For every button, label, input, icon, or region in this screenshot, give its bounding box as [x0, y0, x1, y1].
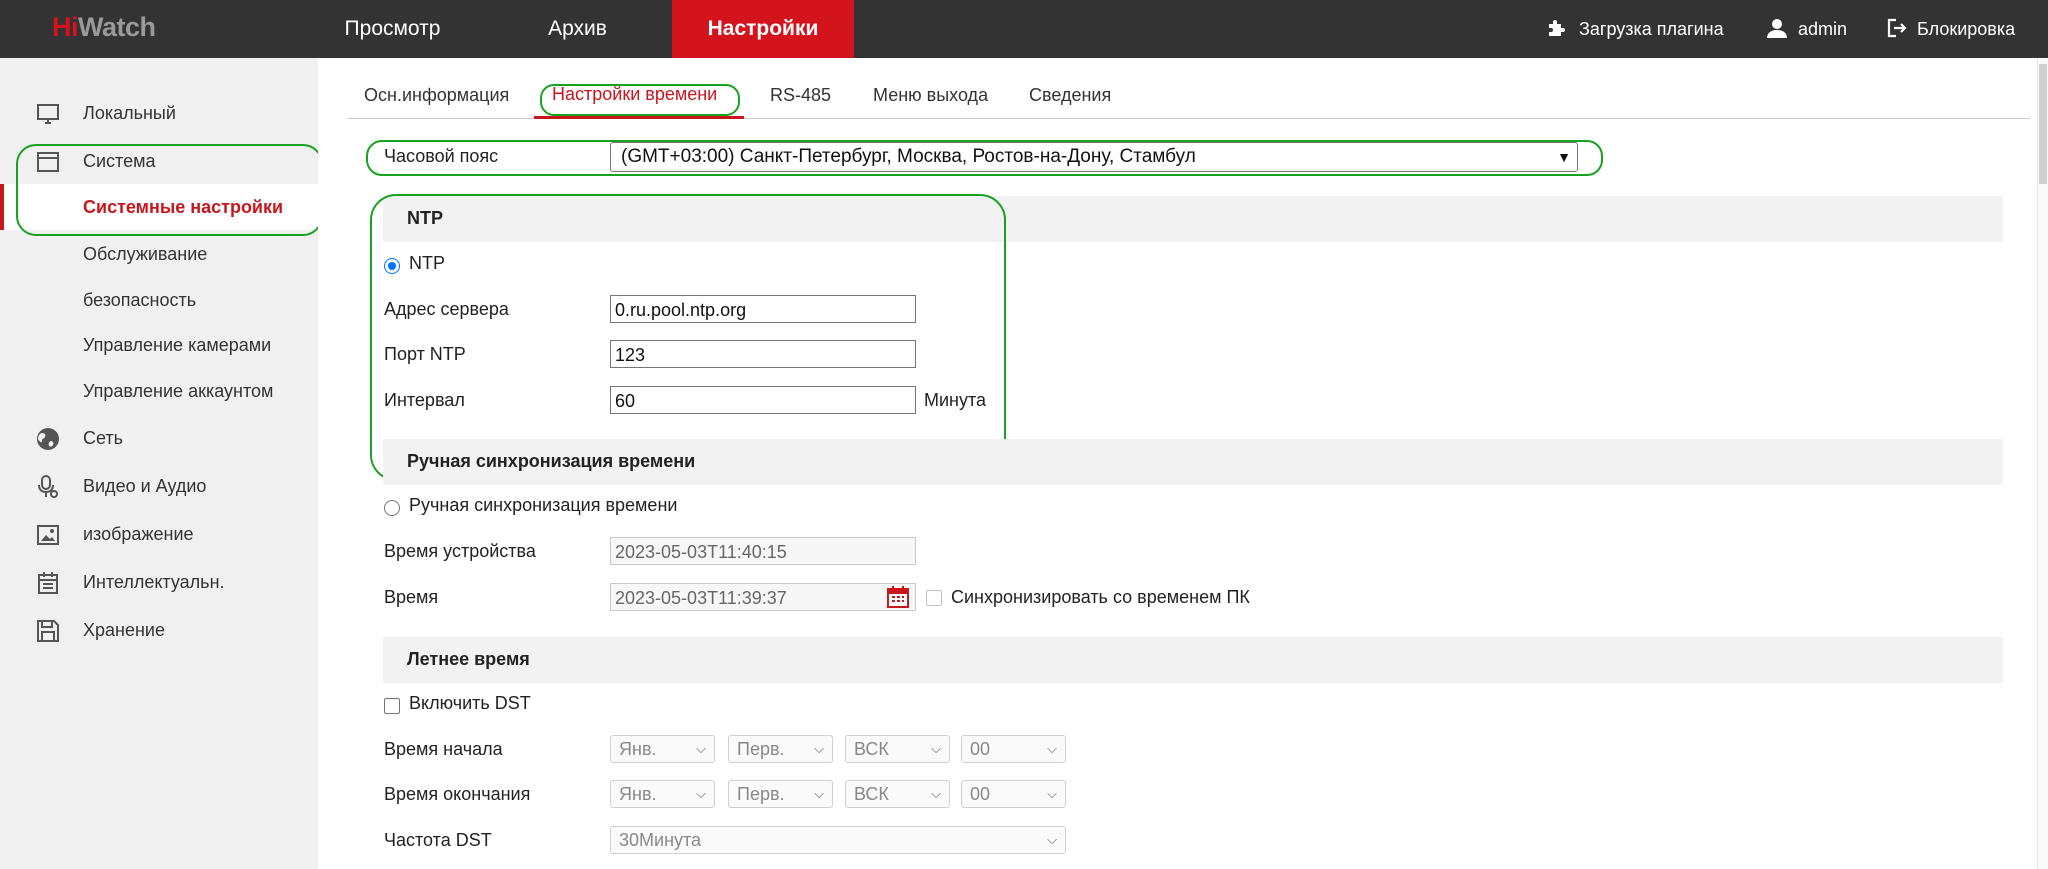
nav-settings[interactable]: Настройки [672, 0, 854, 58]
chevron-down-icon: ⌵ [814, 741, 824, 756]
chevron-down-icon: ⌵ [1047, 786, 1057, 801]
dst-start-week-select: Перв. ⌵ [728, 735, 833, 763]
device-time-input: 2023-05-03T11:40:15 [610, 537, 916, 565]
section-dst: Летнее время [383, 637, 2003, 683]
sync-pc-checkbox[interactable] [926, 590, 942, 606]
chevron-down-icon: ⌵ [696, 786, 706, 801]
dst-start-hour-select: 00 ⌵ [961, 735, 1066, 763]
lock-button[interactable]: Блокировка [1887, 0, 2015, 58]
manual-sync-radio[interactable] [384, 500, 400, 516]
dst-frequency-select: 30Минута ⌵ [610, 826, 1066, 854]
dst-frequency-label: Частота DST [384, 830, 492, 850]
chevron-down-icon: ⌵ [931, 786, 941, 801]
sidebar-item-intelligent[interactable]: Интеллектуальн. [0, 559, 318, 605]
user-icon [1767, 19, 1787, 39]
calendar-icon [38, 572, 58, 594]
device-time-label: Время устройства [384, 541, 536, 561]
hiwatch-logo: HiWatch [52, 12, 156, 42]
nav-preview[interactable]: Просмотр [320, 0, 465, 58]
chevron-down-icon: ⌵ [696, 741, 706, 756]
tab-basic-info[interactable]: Осн.информация [364, 85, 509, 106]
sidebar-item-image[interactable]: изображение [0, 511, 318, 557]
dst-end-month-select: Янв. ⌵ [610, 780, 715, 808]
tab-info[interactable]: Сведения [1029, 85, 1111, 106]
floppy-icon [37, 620, 59, 642]
dst-start-month-select: Янв. ⌵ [610, 735, 715, 763]
sidebar: Локальный Система Системные настройки Об… [0, 58, 323, 869]
section-manual-sync: Ручная синхронизация времени [383, 439, 2003, 485]
main-content: Осн.информация Настройки времени RS-485 … [318, 58, 2048, 869]
sidebar-item-account-management[interactable]: Управление аккаунтом [0, 368, 318, 414]
microphone-icon [38, 475, 58, 498]
chevron-down-icon: ⌵ [814, 786, 824, 801]
dst-end-day-select: ВСК ⌵ [845, 780, 950, 808]
sidebar-item-video-audio[interactable]: Видео и Аудио [0, 463, 318, 509]
top-navigation-bar: HiWatch Просмотр Архив Настройки Загрузк… [0, 0, 2048, 58]
highlight-system [16, 144, 323, 236]
chevron-down-icon: ⌵ [1047, 832, 1057, 847]
scrollbar[interactable] [2037, 58, 2048, 869]
sidebar-item-local[interactable]: Локальный [0, 90, 318, 136]
selected-indicator [0, 184, 4, 230]
highlight-time-tab [540, 84, 740, 116]
enable-dst-checkbox[interactable] [384, 698, 400, 714]
sidebar-item-network[interactable]: Сеть [0, 415, 318, 461]
monitor-icon [37, 104, 59, 124]
sync-pc-label: Синхронизировать со временем ПК [951, 587, 1250, 607]
highlight-ntp [370, 194, 1006, 481]
scrollbar-thumb[interactable] [2039, 64, 2047, 184]
tab-output-menu[interactable]: Меню выхода [873, 85, 988, 106]
chevron-down-icon: ⌵ [1047, 741, 1057, 756]
active-tab-indicator [534, 116, 744, 119]
puzzle-icon [1549, 20, 1565, 37]
time-input[interactable]: 2023-05-03T11:39:37 [610, 583, 916, 611]
highlight-timezone [366, 140, 1603, 176]
sidebar-item-security[interactable]: безопасность [0, 277, 318, 323]
sidebar-item-storage[interactable]: Хранение [0, 607, 318, 653]
calendar-picker-icon[interactable] [886, 585, 910, 609]
dst-start-day-select: ВСК ⌵ [845, 735, 950, 763]
logout-icon [1887, 19, 1907, 38]
globe-icon [37, 428, 59, 450]
sidebar-item-maintenance[interactable]: Обслуживание [0, 231, 318, 277]
dst-end-label: Время окончания [384, 784, 531, 804]
image-icon [37, 525, 59, 545]
tab-bar: Осн.информация Настройки времени RS-485 … [318, 58, 2038, 120]
chevron-down-icon: ⌵ [931, 741, 941, 756]
dst-end-hour-select: 00 ⌵ [961, 780, 1066, 808]
time-label: Время [384, 587, 439, 607]
nav-archive[interactable]: Архив [505, 0, 650, 58]
user-menu[interactable]: admin [1766, 0, 1847, 58]
enable-dst-label: Включить DST [409, 693, 531, 713]
tab-rs485[interactable]: RS-485 [770, 85, 831, 106]
manual-sync-radio-label: Ручная синхронизация времени [409, 495, 678, 515]
dst-end-week-select: Перв. ⌵ [728, 780, 833, 808]
plugin-download-link[interactable]: Загрузка плагина [1545, 0, 1724, 58]
sidebar-item-camera-management[interactable]: Управление камерами [0, 322, 318, 368]
dst-start-label: Время начала [384, 739, 503, 759]
